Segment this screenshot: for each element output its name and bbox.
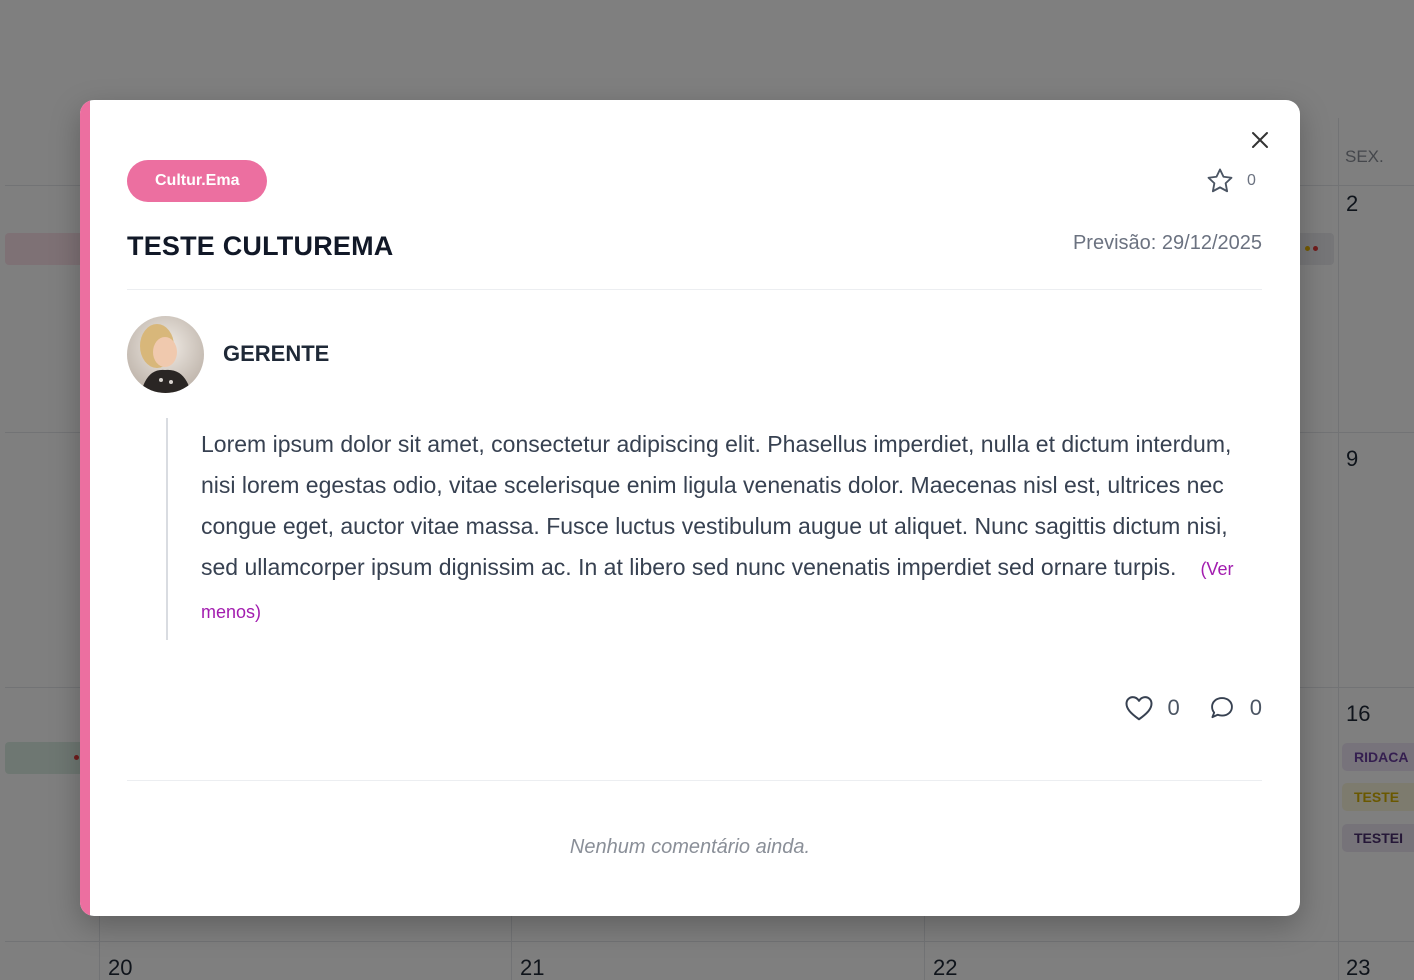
empty-comments-message: Nenhum comentário ainda. [569,836,811,858]
close-icon [1252,132,1268,148]
comment-count: 0 [1249,695,1262,720]
modal-accent-bar [80,100,90,916]
category-tag: Cultur.Ema [127,160,268,202]
post-body: Lorem ipsum dolor sit amet, consectetur … [166,418,1266,640]
favorite-count: 0 [1247,172,1256,189]
divider [127,780,1262,781]
post-body-text: Lorem ipsum dolor sit amet, consectetur … [201,431,1232,580]
avatar [127,316,204,393]
star-icon [1207,168,1233,193]
heart-icon [1125,696,1152,721]
close-button[interactable] [1248,128,1272,152]
post-detail-modal: Cultur.Ema 0 TESTE CULTUREMA Previsão: 2… [80,100,1300,916]
like-button[interactable]: 0 [1124,694,1180,722]
reactions-bar: 0 0 [1124,694,1262,722]
post-title: TESTE CULTUREMA [127,231,394,261]
divider [127,289,1262,290]
favorite-button[interactable]: 0 [1205,166,1256,196]
comment-button[interactable]: 0 [1208,694,1262,722]
comment-icon [1210,697,1233,719]
forecast-date: Previsão: 29/12/2025 [1072,232,1262,254]
avatar-photo [127,316,204,393]
author-name: GERENTE [223,341,330,366]
like-count: 0 [1167,695,1180,720]
